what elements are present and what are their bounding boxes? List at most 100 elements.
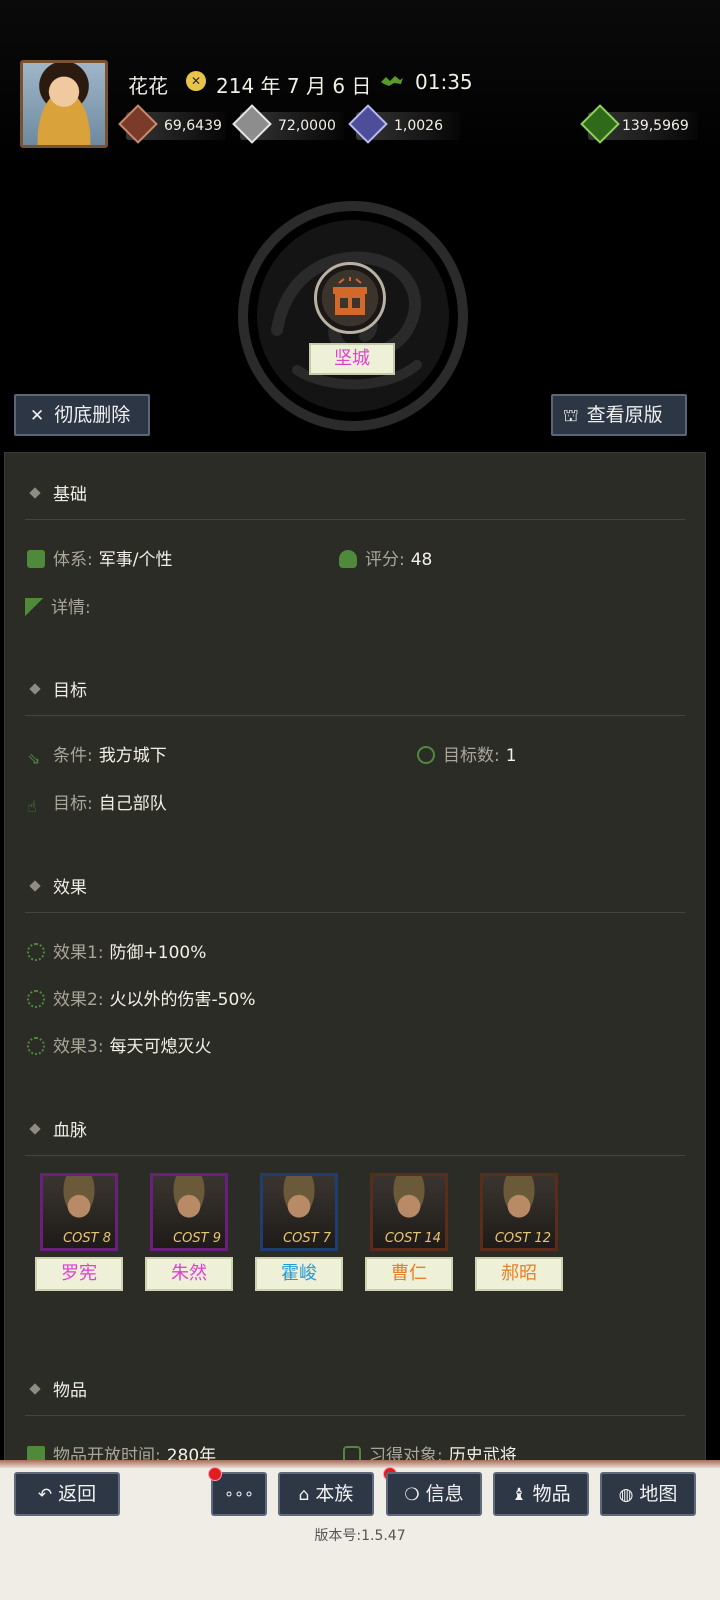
general-portrait: COST 7 — [260, 1173, 338, 1251]
bag-icon: ♝ — [511, 1485, 527, 1505]
target-count-row: 目标数: 1 — [417, 741, 517, 766]
effect-label: 效果1: — [53, 943, 104, 963]
back-label: 返回 — [58, 1483, 97, 1505]
version-number: 版本号:1.5.47 — [314, 1528, 406, 1544]
target-row: ☝ 目标: 自己部队 — [27, 789, 167, 816]
general-card[interactable]: COST 8 罗宪 — [35, 1173, 125, 1291]
score-label: 评分: — [365, 550, 405, 570]
skill-detail-panel: 基础 体系: 军事/个性 评分: 48 详情: 目标 ⇘ 条件: 我方城下 目标数: 1 … — [4, 452, 706, 1474]
bar-divider — [0, 1460, 720, 1468]
effect-row: 效果3: 每天可熄灭火 — [27, 1032, 212, 1057]
diamond-bullet-icon — [29, 1123, 41, 1135]
effect-value: 防御+100% — [109, 943, 207, 963]
effect-label: 效果3: — [53, 1037, 104, 1057]
grain-resource[interactable]: 72,0000 — [232, 104, 344, 144]
divider — [25, 715, 685, 716]
score-row: 评分: 48 — [339, 545, 432, 570]
target-icon — [417, 746, 435, 764]
cube-icon — [27, 550, 45, 568]
view-original-label: 查看原版 — [586, 404, 663, 426]
target-label: 目标: — [53, 794, 93, 814]
info-button[interactable]: ❍ 信息 — [386, 1472, 482, 1516]
fortress-skill-icon — [314, 262, 386, 334]
return-arrow-icon: ↶ — [37, 1485, 53, 1505]
condition-value: 我方城下 — [98, 746, 167, 766]
effect-label: 效果2: — [53, 990, 104, 1010]
section-lineage-label: 血脉 — [53, 1121, 87, 1141]
scroll-icon — [25, 598, 43, 616]
effect-value: 每天可熄灭火 — [109, 1037, 212, 1057]
game-time: 01:35 — [415, 70, 473, 94]
pouch-value: 139,5969 — [622, 118, 689, 134]
diamond-bullet-icon — [29, 683, 41, 695]
info-label: 信息 — [425, 1483, 464, 1505]
section-effects-title: 效果 — [29, 873, 87, 898]
cost-badge: COST 14 — [384, 1231, 441, 1246]
troops-resource[interactable]: 1,0026 — [348, 104, 460, 144]
divider — [25, 519, 685, 520]
money-icon — [118, 104, 158, 144]
divider — [25, 912, 685, 913]
general-portrait: COST 9 — [150, 1173, 228, 1251]
divider — [25, 1155, 685, 1156]
system-label: 体系: — [53, 550, 93, 570]
money-resource[interactable]: 69,6439 — [118, 104, 226, 144]
top-status-bar: 花花 ✕ 214 年 7 月 6 日 01:35 69,6439 72,0000… — [0, 0, 720, 170]
general-card[interactable]: COST 12 郝昭 — [475, 1173, 565, 1291]
cost-badge: COST 9 — [173, 1231, 221, 1246]
general-card[interactable]: COST 14 曹仁 — [365, 1173, 455, 1291]
effect-row: 效果1: 防御+100% — [27, 938, 206, 963]
detail-label: 详情: — [51, 598, 91, 618]
section-lineage-title: 血脉 — [29, 1116, 87, 1141]
clan-button[interactable]: ⌂ 本族 — [278, 1472, 374, 1516]
score-value: 48 — [410, 550, 433, 570]
grain-value: 72,0000 — [278, 118, 336, 134]
hand-icon: ☝ — [27, 797, 37, 816]
cost-badge: COST 7 — [283, 1231, 331, 1246]
castle-icon — [333, 277, 367, 315]
diamond-bullet-icon — [29, 1383, 41, 1395]
section-effects-label: 效果 — [53, 878, 87, 898]
more-dots-icon: ∘∘∘ — [223, 1484, 255, 1503]
general-name: 朱然 — [145, 1257, 233, 1291]
castle-small-icon: ⛫ — [563, 406, 579, 426]
pouch-resource[interactable]: 139,5969 — [580, 104, 698, 144]
player-name: 花花 — [128, 74, 168, 98]
general-name: 霍峻 — [255, 1257, 343, 1291]
condition-row: ⇘ 条件: 我方城下 — [27, 741, 167, 768]
notification-dot — [208, 1467, 222, 1481]
delete-permanently-button[interactable]: ✕ 彻底删除 — [14, 394, 150, 436]
close-icon: ✕ — [30, 406, 45, 426]
system-value: 军事/个性 — [98, 550, 173, 570]
player-avatar[interactable] — [20, 60, 108, 148]
gear-icon — [27, 1037, 45, 1055]
general-portrait: COST 12 — [480, 1173, 558, 1251]
section-target-label: 目标 — [53, 681, 87, 701]
skill-name-tag: 坚城 — [309, 343, 395, 375]
pouch-icon — [580, 104, 620, 144]
target-count-value: 1 — [505, 746, 517, 766]
view-original-button[interactable]: ⛫ 查看原版 — [551, 394, 687, 436]
system-row: 体系: 军事/个性 — [27, 545, 172, 570]
grain-icon — [232, 104, 272, 144]
items-button[interactable]: ♝ 物品 — [493, 1472, 589, 1516]
effect-row: 效果2: 火以外的伤害-50% — [27, 985, 255, 1010]
game-date: 214 年 7 月 6 日 — [216, 74, 372, 98]
section-items-label: 物品 — [53, 1381, 87, 1401]
gear-icon — [27, 943, 45, 961]
general-name: 郝昭 — [475, 1257, 563, 1291]
clan-label: 本族 — [315, 1483, 354, 1505]
map-button[interactable]: ◍ 地图 — [600, 1472, 696, 1516]
general-card[interactable]: COST 9 朱然 — [145, 1173, 235, 1291]
general-portrait: COST 8 — [40, 1173, 118, 1251]
troops-icon — [348, 104, 388, 144]
target-count-label: 目标数: — [443, 746, 500, 766]
items-label: 物品 — [532, 1483, 571, 1505]
general-card[interactable]: COST 7 霍峻 — [255, 1173, 345, 1291]
general-portrait: COST 14 — [370, 1173, 448, 1251]
back-button[interactable]: ↶ 返回 — [14, 1472, 120, 1516]
divider — [25, 1415, 685, 1416]
cost-badge: COST 8 — [63, 1231, 111, 1246]
condition-label: 条件: — [53, 746, 93, 766]
dragon-icon — [381, 76, 403, 86]
